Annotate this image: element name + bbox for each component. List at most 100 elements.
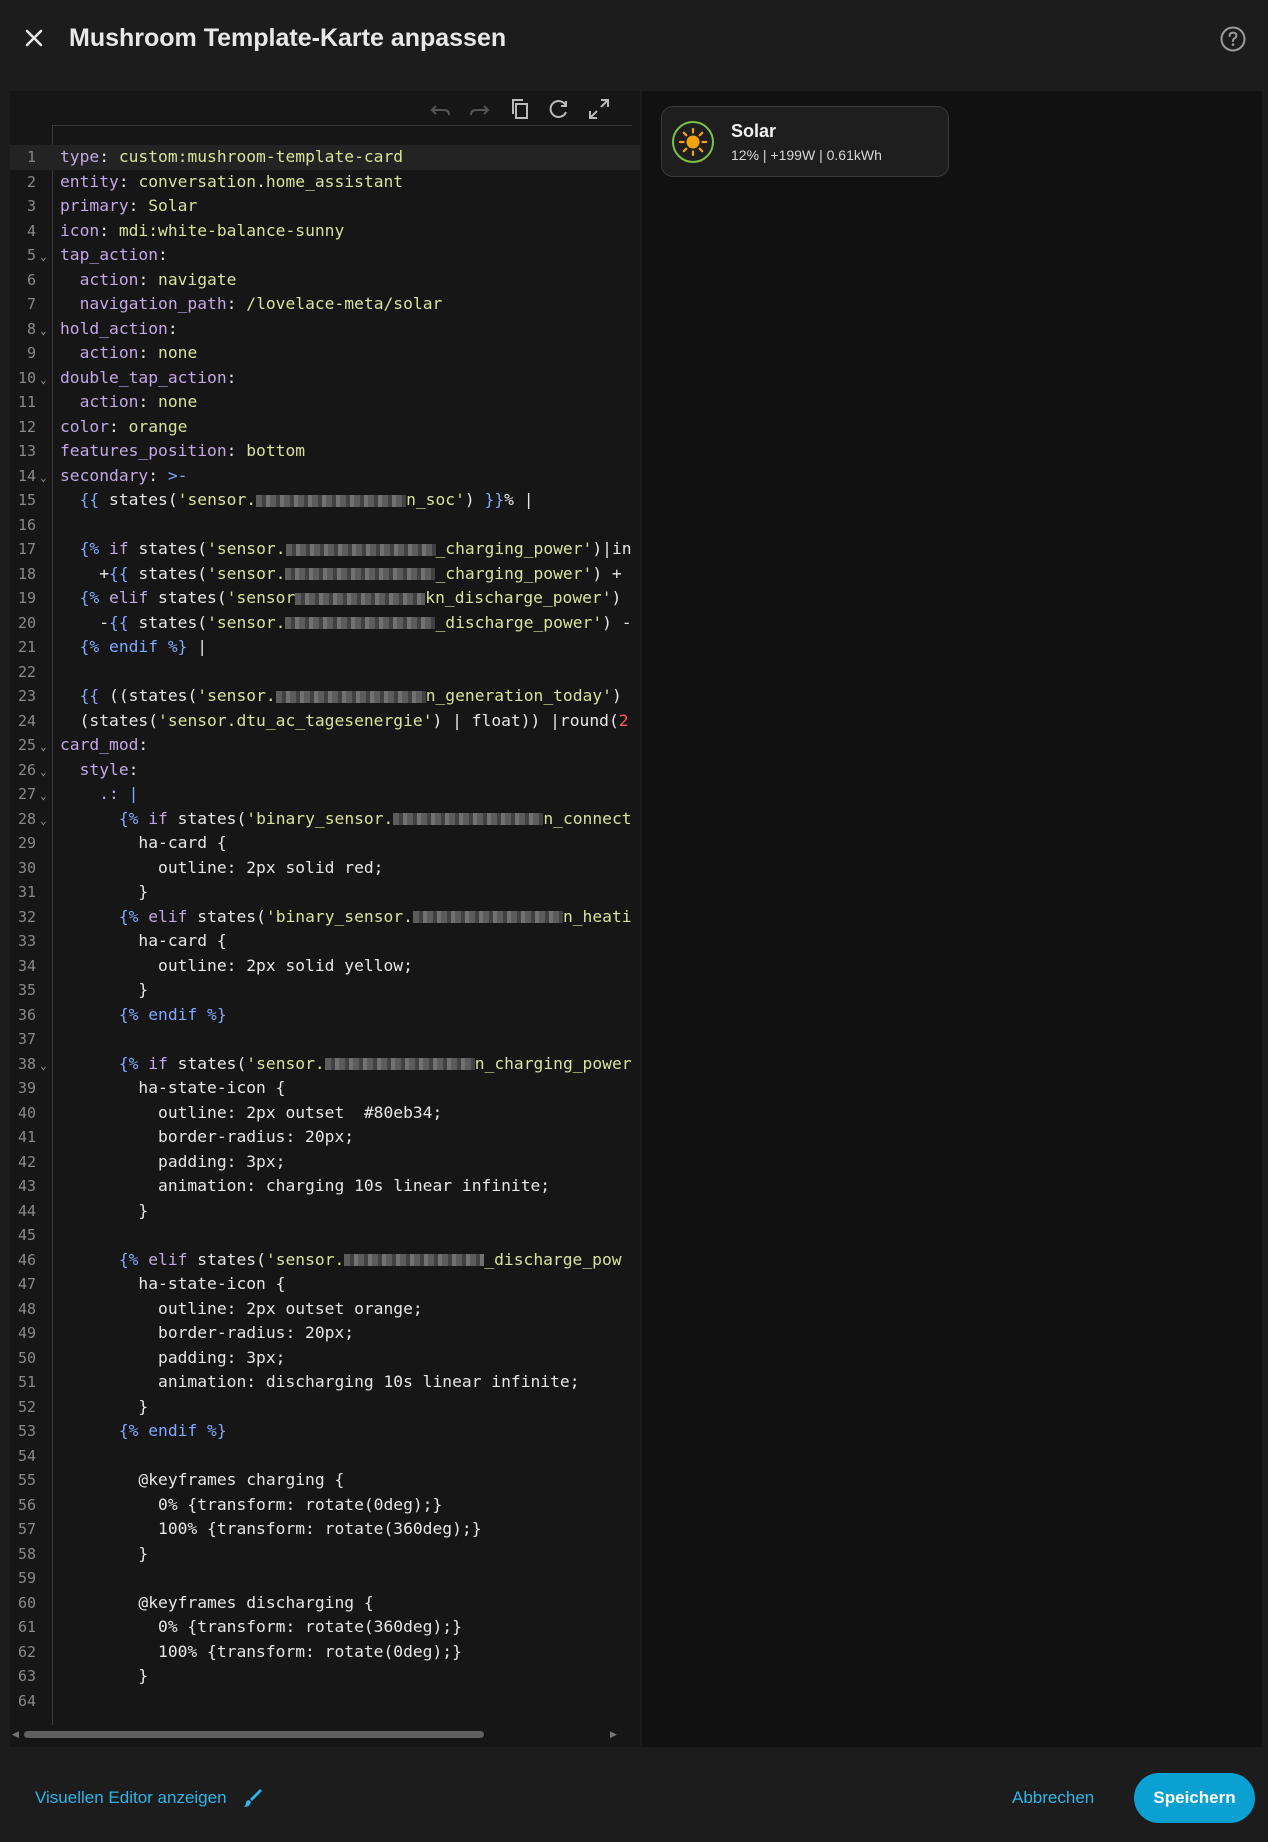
code-line[interactable]: 28 ⌄ {% if states('binary_sensor. n_connec… <box>10 807 640 832</box>
code-line[interactable]: 12 color: orange <box>10 415 640 440</box>
code-line[interactable]: 2 entity: conversation.home_assistant <box>10 170 640 195</box>
code-line[interactable]: 38 ⌄ {% if states('sensor. n_charging_powe… <box>10 1052 640 1077</box>
code-line[interactable]: 56 0% {transform: rotate(0deg);} <box>10 1493 640 1518</box>
code-line[interactable]: 62 100% {transform: rotate(0deg);} <box>10 1640 640 1665</box>
code-line[interactable]: 18 +{{ states('sensor. _charging_power') … <box>10 562 640 587</box>
code-line[interactable]: 49 border-radius: 20px; <box>10 1321 640 1346</box>
code-line[interactable]: 25 ⌄ card_mod: <box>10 733 640 758</box>
code-line[interactable]: 52 } <box>10 1395 640 1420</box>
code-line[interactable]: 27 ⌄ .: | <box>10 782 640 807</box>
fold-chevron-icon[interactable]: ⌄ <box>40 1054 47 1077</box>
code-line[interactable]: 60 @keyframes discharging { <box>10 1591 640 1616</box>
code-line[interactable]: 31 } <box>10 880 640 905</box>
code-line[interactable]: 41 border-radius: 20px; <box>10 1125 640 1150</box>
code-line[interactable]: 21 {% endif %} | <box>10 635 640 660</box>
code-line[interactable]: 6 action: navigate <box>10 268 640 293</box>
code-line[interactable]: 8 ⌄ hold_action: <box>10 317 640 342</box>
code-token: | <box>187 637 208 656</box>
code-line[interactable]: 5 ⌄ tap_action: <box>10 243 640 268</box>
code-line[interactable]: 46 {% elif states('sensor. _discharge_pow <box>10 1248 640 1273</box>
help-circle-icon[interactable] <box>1218 24 1248 54</box>
scroll-right-icon[interactable]: ▶ <box>610 1729 617 1740</box>
code-text: padding: 3px; <box>60 1346 632 1371</box>
code-line[interactable]: 17 {% if states('sensor. _charging_power'… <box>10 537 640 562</box>
code-line[interactable]: 33 ha-card { <box>10 929 640 954</box>
code-line[interactable]: 61 0% {transform: rotate(360deg);} <box>10 1615 640 1640</box>
code-token: n_connecti <box>543 808 632 828</box>
line-number: 61 <box>17 1618 36 1636</box>
code-token: outline: 2px solid yellow; <box>60 955 413 975</box>
fold-chevron-icon[interactable]: ⌄ <box>40 760 47 783</box>
code-line[interactable]: 14 ⌄ secondary: >- <box>10 464 640 489</box>
redo-icon[interactable] <box>466 96 492 122</box>
code-line[interactable]: 13 features_position: bottom <box>10 439 640 464</box>
code-line[interactable]: 51 animation: discharging 10s linear inf… <box>10 1370 640 1395</box>
code-line[interactable]: 63 } <box>10 1664 640 1689</box>
close-icon[interactable] <box>18 22 50 54</box>
code-line[interactable]: 16 <box>10 513 640 538</box>
code-line[interactable]: 58 } <box>10 1542 640 1567</box>
code-token: ) <box>464 490 485 509</box>
code-line[interactable]: 7 navigation_path: /lovelace-meta/solar <box>10 292 640 317</box>
code-line[interactable]: 53 {% endif %} <box>10 1419 640 1444</box>
code-line[interactable]: 44 } <box>10 1199 640 1224</box>
brush-icon[interactable] <box>240 1786 264 1810</box>
code-line[interactable]: 48 outline: 2px outset orange; <box>10 1297 640 1322</box>
scroll-left-icon[interactable]: ◀ <box>12 1729 19 1740</box>
code-line[interactable]: 50 padding: 3px; <box>10 1346 640 1371</box>
yaml-code-editor[interactable]: 1 type: custom:mushroom-template-card 2 ent… <box>10 91 640 1747</box>
undo-icon[interactable] <box>428 96 454 122</box>
fold-chevron-icon[interactable]: ⌄ <box>40 784 47 807</box>
code-line[interactable]: 39 ha-state-icon { <box>10 1076 640 1101</box>
code-line[interactable]: 57 100% {transform: rotate(360deg);} <box>10 1517 640 1542</box>
code-token: double_tap_action <box>60 367 227 387</box>
horizontal-scrollbar[interactable] <box>24 1731 484 1738</box>
code-line[interactable]: 35 } <box>10 978 640 1003</box>
code-line[interactable]: 15 {{ states('sensor. n_soc') }}% | <box>10 488 640 513</box>
code-line[interactable]: 3 primary: Solar <box>10 194 640 219</box>
code-line[interactable]: 54 <box>10 1444 640 1469</box>
code-line[interactable]: 40 outline: 2px outset #80eb34; <box>10 1101 640 1126</box>
refresh-icon[interactable] <box>546 96 572 122</box>
code-line[interactable]: 10 ⌄ double_tap_action: <box>10 366 640 391</box>
code-line[interactable]: 55 @keyframes charging { <box>10 1468 640 1493</box>
code-line[interactable]: 59 <box>10 1566 640 1591</box>
code-line[interactable]: 1 type: custom:mushroom-template-card <box>10 145 640 170</box>
code-line[interactable]: 29 ha-card { <box>10 831 640 856</box>
fold-chevron-icon[interactable]: ⌄ <box>40 319 47 342</box>
code-line[interactable]: 23 {{ ((states('sensor. n_generation_toda… <box>10 684 640 709</box>
code-line[interactable]: 42 padding: 3px; <box>10 1150 640 1175</box>
code-line[interactable]: 30 outline: 2px solid red; <box>10 856 640 881</box>
fold-chevron-icon[interactable]: ⌄ <box>40 245 47 268</box>
code-token: : <box>118 171 139 191</box>
code-line[interactable]: 45 <box>10 1223 640 1248</box>
code-token: 100% {transform: rotate(0deg);} <box>60 1641 462 1661</box>
code-line[interactable]: 43 animation: charging 10s linear infini… <box>10 1174 640 1199</box>
code-lines[interactable]: 1 type: custom:mushroom-template-card 2 ent… <box>10 145 640 1713</box>
fold-chevron-icon[interactable]: ⌄ <box>40 466 47 489</box>
fold-chevron-icon[interactable]: ⌄ <box>40 368 47 391</box>
code-line[interactable]: 47 ha-state-icon { <box>10 1272 640 1297</box>
fold-chevron-icon[interactable]: ⌄ <box>40 809 47 832</box>
code-line[interactable]: 20 -{{ states('sensor. _discharge_power')… <box>10 611 640 636</box>
code-line[interactable]: 36 {% endif %} <box>10 1003 640 1028</box>
solar-card[interactable]: Solar 12% | +199W | 0.61kWh <box>661 106 949 177</box>
code-line[interactable]: 9 action: none <box>10 341 640 366</box>
visual-editor-button[interactable]: Visuellen Editor anzeigen <box>35 1788 227 1808</box>
save-button[interactable]: Speichern <box>1134 1773 1255 1823</box>
code-line[interactable]: 4 icon: mdi:white-balance-sunny <box>10 219 640 244</box>
code-line[interactable]: 26 ⌄ style: <box>10 758 640 783</box>
copy-icon[interactable] <box>507 96 533 122</box>
code-line[interactable]: 32 {% elif states('binary_sensor. n_heati… <box>10 905 640 930</box>
code-line[interactable]: 19 {% elif states('sensor kn_discharge_po… <box>10 586 640 611</box>
code-line[interactable]: 24 (states('sensor.dtu_ac_tagesenergie')… <box>10 709 640 734</box>
cancel-button[interactable]: Abbrechen <box>1012 1788 1094 1808</box>
fold-chevron-icon[interactable]: ⌄ <box>40 735 47 758</box>
code-line[interactable]: 37 <box>10 1027 640 1052</box>
code-line[interactable]: 22 <box>10 660 640 685</box>
fullscreen-icon[interactable] <box>586 96 612 122</box>
code-line[interactable]: 34 outline: 2px solid yellow; <box>10 954 640 979</box>
code-line[interactable]: 11 action: none <box>10 390 640 415</box>
code-line[interactable]: 64 <box>10 1689 640 1714</box>
